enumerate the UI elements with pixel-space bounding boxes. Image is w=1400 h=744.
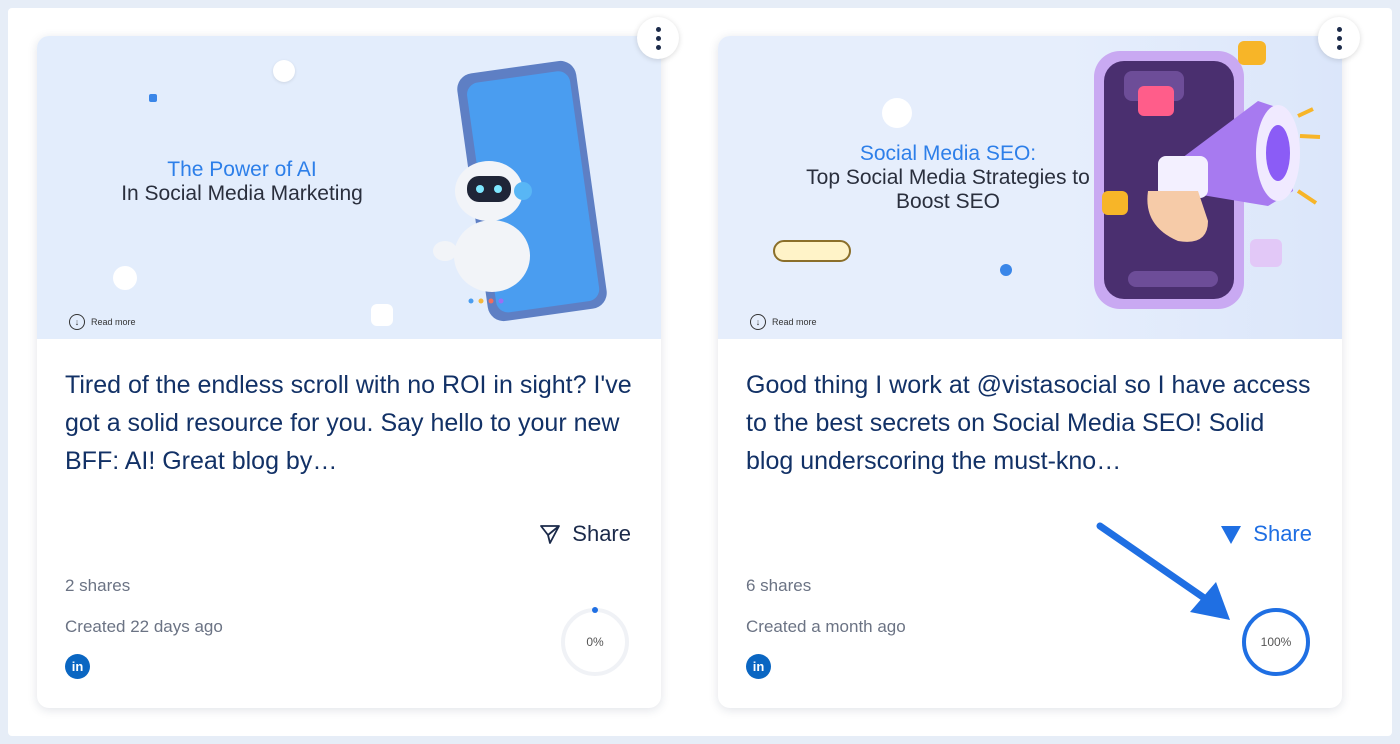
read-more-link: ↓ Read more: [69, 314, 136, 330]
instagram-icon: [371, 304, 393, 326]
linkedin-icon: in: [65, 654, 90, 679]
post-card[interactable]: Social Media SEO: Top Social Media Strat…: [718, 36, 1342, 708]
reactions-icon: [773, 240, 851, 262]
progress-label: 100%: [1260, 635, 1292, 649]
chat-icon: [149, 94, 157, 102]
share-button[interactable]: Share: [538, 521, 631, 547]
created-date: Created a month ago: [746, 617, 906, 636]
post-card[interactable]: The Power of AI In Social Media Marketin…: [37, 36, 661, 708]
thumbnail-title: The Power of AI In Social Media Marketin…: [121, 158, 363, 205]
more-options-button[interactable]: [1318, 17, 1360, 59]
shares-count: 2 shares: [65, 576, 131, 595]
more-options-button[interactable]: [637, 17, 679, 59]
shares-count: 6 shares: [746, 576, 812, 595]
send-icon: [540, 525, 561, 544]
share-label: Share: [1253, 521, 1312, 546]
download-icon: ↓: [750, 314, 766, 330]
progress-ring: 0%: [559, 606, 631, 678]
phone-megaphone-illustration: [1094, 41, 1321, 309]
linkedin-icon: in: [746, 654, 771, 679]
read-more-link: ↓ Read more: [750, 314, 817, 330]
sparkle-icon: [882, 98, 912, 128]
created-date: Created 22 days ago: [65, 617, 223, 636]
post-thumbnail[interactable]: The Power of AI In Social Media Marketin…: [37, 36, 661, 339]
post-text: Tired of the endless scroll with no ROI …: [65, 371, 632, 475]
thumbnail-title: Social Media SEO: Top Social Media Strat…: [806, 142, 1090, 213]
post-text: Good thing I work at @vistasocial so I h…: [746, 371, 1311, 475]
robot-badge-icon: [113, 266, 137, 290]
progress-ring: 100%: [1240, 606, 1312, 678]
download-icon: ↓: [69, 314, 85, 330]
progress-label: 0%: [586, 635, 604, 649]
post-thumbnail[interactable]: Social Media SEO: Top Social Media Strat…: [718, 36, 1342, 339]
annotation-arrow: [1096, 522, 1230, 620]
share-label: Share: [572, 521, 631, 546]
robot-badge-icon: [273, 60, 295, 82]
chat-icon: [1000, 264, 1012, 276]
phone-robot-illustration: [433, 60, 607, 322]
